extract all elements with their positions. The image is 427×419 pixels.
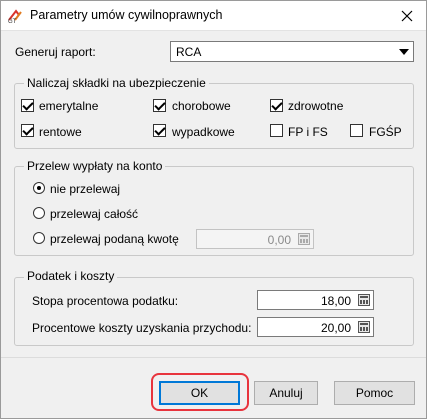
- svg-text:GT: GT: [8, 19, 17, 24]
- window-title: Parametry umów cywilnoprawnych: [30, 8, 223, 22]
- checkbox-emerytalne[interactable]: [21, 99, 34, 112]
- transfer-amount-field[interactable]: 0,00: [196, 229, 314, 249]
- contributions-legend: Naliczaj składki na ubezpieczenie: [24, 76, 209, 90]
- checkbox-chorobowe[interactable]: [153, 99, 166, 112]
- radio-transfer-amount[interactable]: [33, 232, 45, 244]
- costs-label: Procentowe koszty uzyskania przychodu:: [32, 321, 252, 335]
- chevron-down-icon: [399, 49, 409, 55]
- radio-label-transfer-amount: przelewaj podaną kwotę: [50, 232, 179, 246]
- checkbox-rentowe[interactable]: [21, 124, 34, 137]
- tax-legend: Podatek i koszty: [24, 269, 118, 283]
- report-select[interactable]: RCA: [170, 41, 414, 62]
- tax-rate-value: 18,00: [320, 294, 351, 308]
- checkbox-label-emerytalne: emerytalne: [39, 99, 99, 113]
- report-label: Generuj raport:: [15, 45, 96, 59]
- calculator-icon[interactable]: [358, 321, 370, 333]
- checkbox-fgsp[interactable]: [350, 124, 363, 137]
- calculator-icon[interactable]: [358, 294, 370, 306]
- title-bar: GT Parametry umów cywilnoprawnych: [1, 1, 426, 31]
- checkbox-label-chorobowe: chorobowe: [172, 99, 231, 113]
- tax-rate-field[interactable]: 18,00: [257, 290, 374, 310]
- cancel-button-label: Anuluj: [269, 386, 303, 400]
- close-icon: [401, 10, 413, 22]
- checkbox-zdrowotne[interactable]: [270, 99, 283, 112]
- report-select-value: RCA: [176, 45, 202, 59]
- radio-label-transfer-all: przelewaj całość: [50, 207, 139, 221]
- dialog-window: GT Parametry umów cywilnoprawnych Generu…: [0, 0, 427, 419]
- transfer-amount-value: 0,00: [267, 233, 291, 247]
- cancel-button[interactable]: Anuluj: [254, 381, 318, 405]
- costs-value: 20,00: [320, 321, 351, 335]
- app-logo-icon: GT: [8, 9, 22, 24]
- checkbox-label-rentowe: rentowe: [39, 125, 82, 139]
- contributions-group: [14, 83, 414, 149]
- costs-field[interactable]: 20,00: [257, 317, 374, 337]
- checkbox-label-fp-fs: FP i FS: [288, 125, 328, 139]
- calculator-icon[interactable]: [298, 233, 310, 245]
- checkbox-fp-fs[interactable]: [270, 124, 283, 137]
- checkbox-label-wypadkowe: wypadkowe: [172, 125, 235, 139]
- transfer-legend: Przelew wypłaty na konto: [24, 159, 166, 173]
- tax-rate-label: Stopa procentowa podatku:: [32, 294, 179, 308]
- help-button[interactable]: Pomoc: [334, 381, 415, 405]
- radio-no-transfer[interactable]: [33, 182, 45, 194]
- close-button[interactable]: [394, 4, 420, 28]
- radio-transfer-all[interactable]: [33, 207, 45, 219]
- checkbox-label-zdrowotne: zdrowotne: [288, 99, 344, 113]
- checkbox-wypadkowe[interactable]: [153, 124, 166, 137]
- ok-highlight-annotation: [151, 373, 249, 411]
- radio-label-no-transfer: nie przelewaj: [50, 182, 121, 196]
- checkbox-label-fgsp: FGŚP: [369, 125, 402, 139]
- help-button-label: Pomoc: [355, 386, 394, 400]
